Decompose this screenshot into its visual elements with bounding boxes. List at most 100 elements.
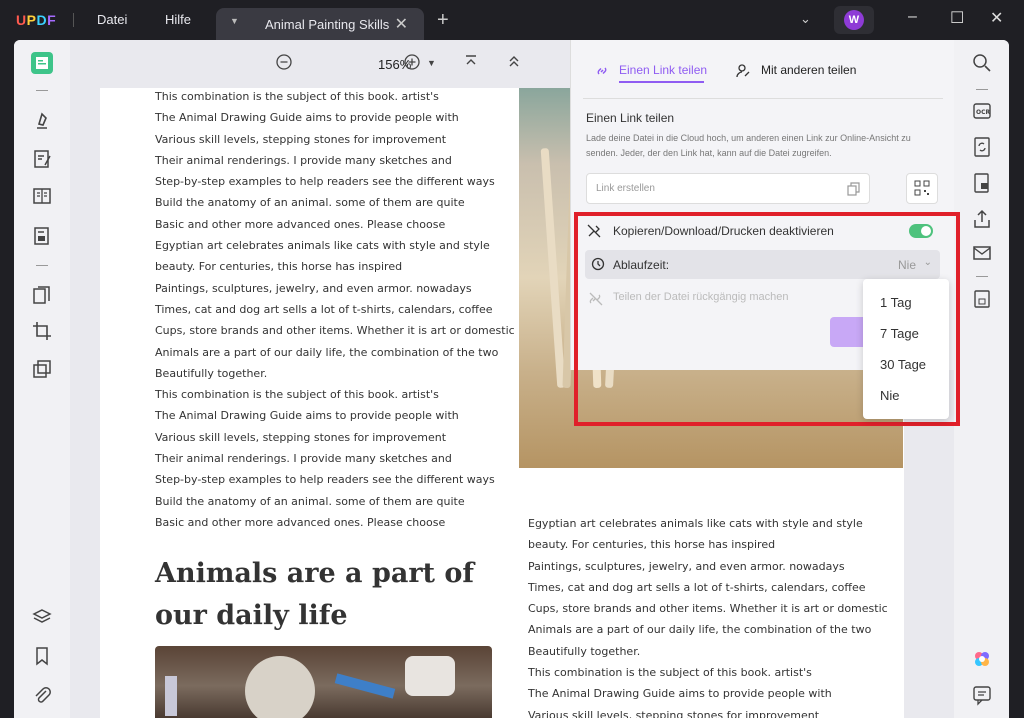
text-line: beauty. For centuries, this horse has in… <box>155 260 403 274</box>
zoom-dropdown-icon[interactable]: ▼ <box>427 58 436 68</box>
left-text-column: This combination is the subject of this … <box>155 88 515 533</box>
divider <box>976 276 988 277</box>
edit-text-icon[interactable] <box>31 148 53 170</box>
link-placeholder: Link erstellen <box>596 183 655 194</box>
crop-icon[interactable] <box>31 320 53 342</box>
mail-icon[interactable] <box>971 242 993 264</box>
text-line: Step-by-step examples to help readers se… <box>155 175 495 189</box>
ai-assistant-icon[interactable] <box>971 648 993 670</box>
tab-title: Animal Painting Skills <box>265 17 390 32</box>
menu-divider <box>73 13 74 27</box>
text-line: This combination is the subject of this … <box>155 90 439 103</box>
close-window-icon[interactable]: ✕ <box>990 8 1003 28</box>
text-line: Egyptian art celebrates animals like cat… <box>155 239 490 253</box>
text-line: Cups, store brands and other items. Whet… <box>155 324 515 338</box>
qr-code-icon <box>914 180 930 196</box>
text-line: Beautifully together. <box>155 366 268 380</box>
convert-icon[interactable] <box>971 136 993 158</box>
right-toolbar: OCR <box>954 40 1009 718</box>
tab-share-others[interactable]: Mit anderen teilen <box>761 63 856 77</box>
maximize-icon[interactable]: ☐ <box>950 8 964 28</box>
avatar-letter: W <box>844 10 864 30</box>
protect-icon[interactable] <box>971 172 993 194</box>
text-line: The Animal Drawing Guide aims to provide… <box>155 409 459 423</box>
zoom-in-icon[interactable] <box>404 54 420 70</box>
previous-page-icon[interactable] <box>507 54 521 68</box>
text-line: Animals are a part of our daily life, th… <box>155 345 499 359</box>
reader-icon[interactable] <box>31 52 53 74</box>
avatar[interactable]: W <box>834 6 874 34</box>
new-tab-icon[interactable]: + <box>437 9 449 32</box>
panel-section-title: Einen Link teilen <box>586 111 675 125</box>
link-icon <box>595 64 609 78</box>
text-line: This combination is the subject of this … <box>528 666 812 680</box>
text-line: Various skill levels, stepping stones fo… <box>528 708 820 718</box>
tab-share-link[interactable]: Einen Link teilen <box>619 63 707 77</box>
section-heading: Animals are a part of our daily life <box>155 553 474 637</box>
search-icon[interactable] <box>971 52 993 74</box>
text-line: Various skill levels, stepping stones fo… <box>155 430 447 444</box>
expiry-option-7-days[interactable]: 7 Tage <box>880 326 919 341</box>
divider <box>36 90 48 91</box>
close-tab-icon[interactable]: ✕ <box>395 14 408 34</box>
text-line: beauty. For centuries, this horse has in… <box>528 538 776 552</box>
text-line: Animals are a part of our daily life, th… <box>528 623 872 637</box>
compare-icon[interactable] <box>31 358 53 380</box>
text-line: Step-by-step examples to help readers se… <box>155 473 495 487</box>
first-page-icon[interactable] <box>464 54 478 68</box>
title-bar: UPDF Datei Hilfe ▼ Animal Painting Skill… <box>0 0 1024 40</box>
text-line: Various skill levels, stepping stones fo… <box>155 132 447 146</box>
right-text-column: Egyptian art celebrates animals like cat… <box>528 513 888 718</box>
tab-dropdown-icon[interactable]: ▼ <box>230 16 239 26</box>
zoom-out-icon[interactable] <box>276 54 292 70</box>
layers-icon[interactable] <box>31 606 53 628</box>
share-people-icon <box>736 64 752 78</box>
heading-line: Animals are a part of <box>155 558 475 589</box>
text-line: Cups, store brands and other items. Whet… <box>528 602 888 616</box>
divider <box>583 98 943 99</box>
save-icon[interactable] <box>971 288 993 310</box>
menu-datei[interactable]: Datei <box>97 12 127 27</box>
text-line: Build the anatomy of an animal. some of … <box>155 196 465 210</box>
text-line: Paintings, sculptures, jewelry, and even… <box>528 559 845 573</box>
divider <box>36 265 48 266</box>
text-line: Build the anatomy of an animal. some of … <box>155 494 465 508</box>
text-line: Basic and other more advanced ones. Plea… <box>155 217 446 231</box>
text-line: The Animal Drawing Guide aims to provide… <box>528 687 832 701</box>
menu-hilfe[interactable]: Hilfe <box>165 12 191 27</box>
link-field[interactable]: Link erstellen <box>586 173 870 204</box>
copy-icon[interactable] <box>847 182 861 196</box>
qr-code-button[interactable] <box>906 173 938 204</box>
text-line: Times, cat and dog art sells a lot of t-… <box>528 580 866 594</box>
app-window: 156% ▼ 2 This combination is the subject… <box>14 40 1009 718</box>
bookmark-icon[interactable] <box>31 645 53 667</box>
highlighter-icon[interactable] <box>31 110 53 132</box>
expiry-option-never[interactable]: Nie <box>880 388 900 403</box>
text-line: Beautifully together. <box>528 644 641 658</box>
expiry-option-30-days[interactable]: 30 Tage <box>880 357 926 372</box>
document-tab[interactable]: ▼ Animal Painting Skills ✕ <box>216 8 424 40</box>
ocr-icon[interactable]: OCR <box>971 100 993 122</box>
organize-pages-icon[interactable] <box>31 284 53 306</box>
heading-line: our daily life <box>155 600 348 631</box>
expiry-option-1-day[interactable]: 1 Tag <box>880 295 912 310</box>
form-edit-icon[interactable] <box>31 225 53 247</box>
text-line: Their animal renderings. I provide many … <box>155 153 452 167</box>
page-view-icon[interactable] <box>31 185 53 207</box>
active-tab-indicator <box>619 81 704 83</box>
share-icon[interactable] <box>971 208 993 230</box>
comment-icon[interactable] <box>971 684 993 706</box>
svg-text:OCR: OCR <box>976 109 991 116</box>
left-toolbar <box>14 40 70 718</box>
panel-description: Lade deine Datei in die Cloud hoch, um a… <box>586 133 911 158</box>
text-line: Times, cat and dog art sells a lot of t-… <box>155 302 493 316</box>
art-supplies-photo <box>155 646 492 718</box>
text-line: Basic and other more advanced ones. Plea… <box>155 515 446 529</box>
updf-logo[interactable]: UPDF <box>16 12 56 28</box>
text-line: Paintings, sculptures, jewelry, and even… <box>155 281 472 295</box>
attachment-icon[interactable] <box>31 684 53 706</box>
text-line: This combination is the subject of this … <box>155 388 439 402</box>
text-line: Egyptian art celebrates animals like cat… <box>528 517 863 530</box>
chevron-down-icon[interactable]: ⌄ <box>800 11 811 27</box>
minimize-icon[interactable]: – <box>908 8 917 26</box>
